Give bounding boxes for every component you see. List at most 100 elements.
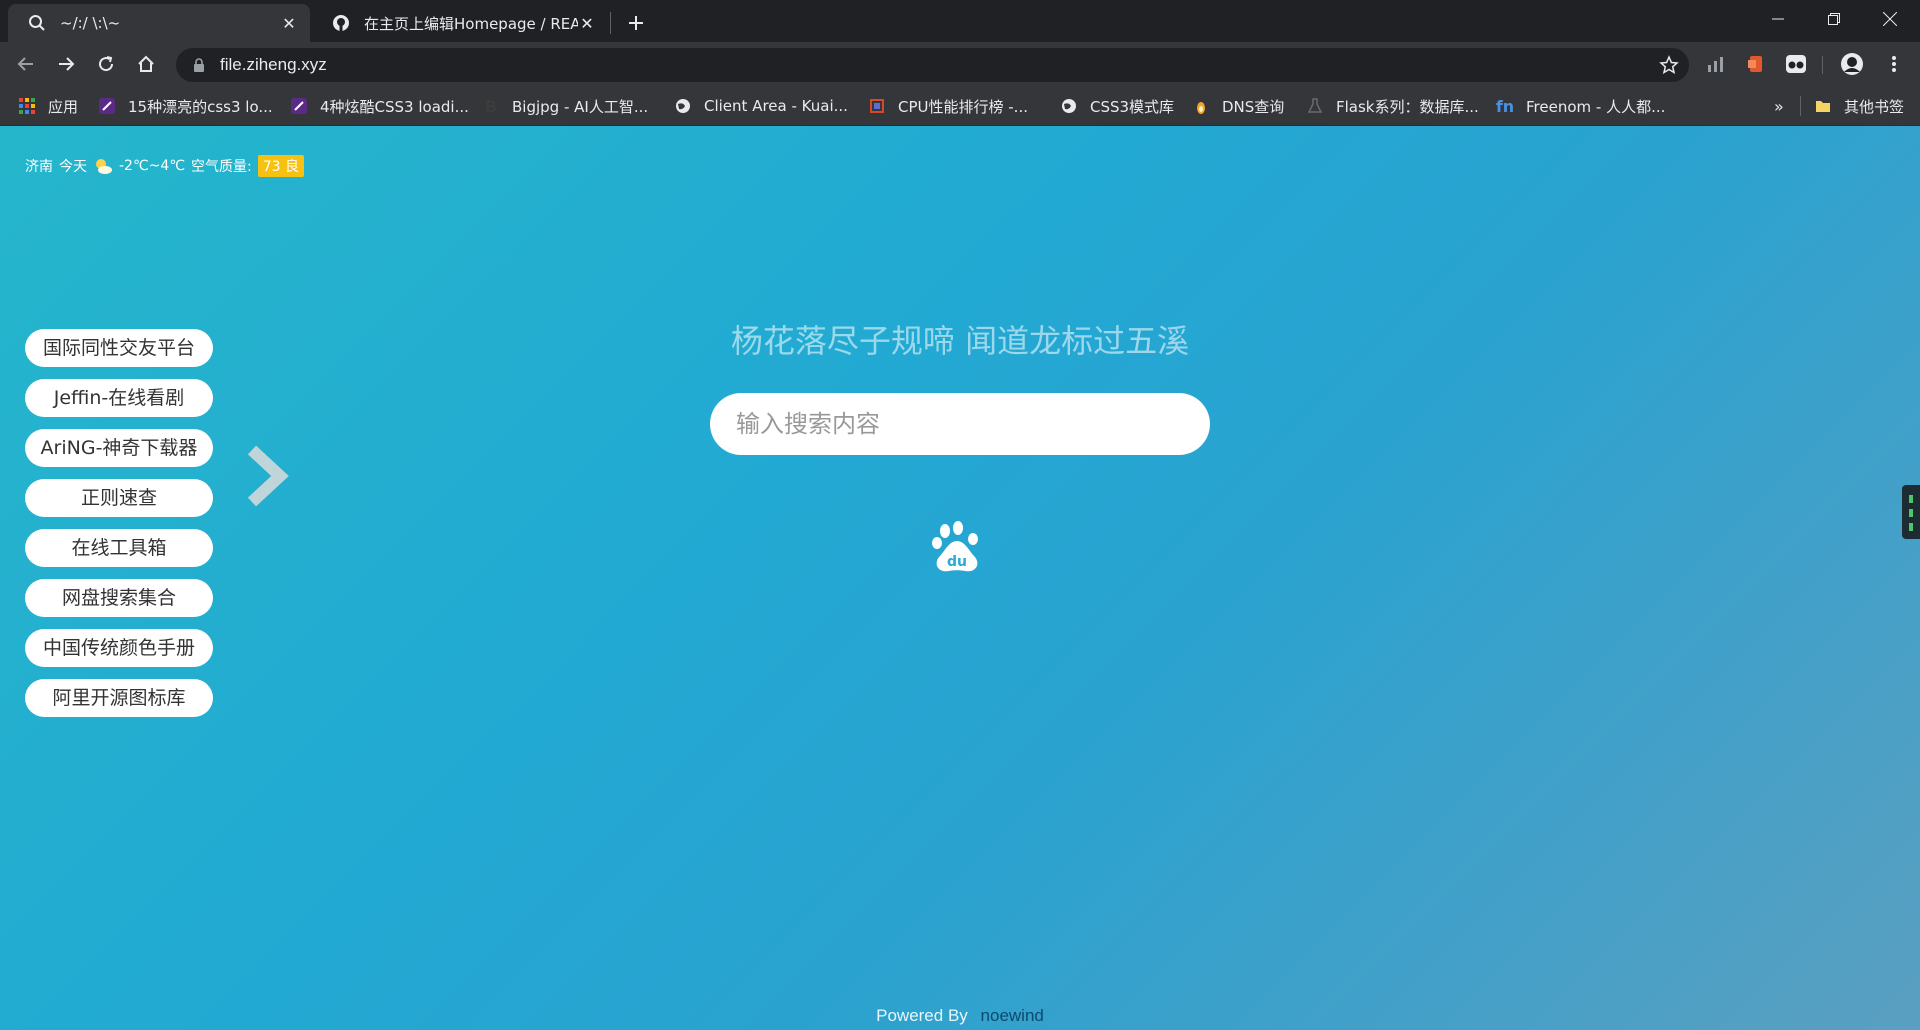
forward-button[interactable]	[52, 50, 80, 78]
footer-powered: Powered By	[876, 1006, 968, 1025]
address-bar[interactable]: file.ziheng.xyz	[176, 48, 1689, 82]
bookmark-item[interactable]: CSS3模式库	[1060, 95, 1174, 117]
search-box[interactable]	[710, 393, 1210, 455]
close-icon	[1883, 12, 1897, 26]
toolbar-divider	[1822, 56, 1823, 74]
extension-glasses-icon[interactable]	[1782, 50, 1810, 78]
close-window-button[interactable]	[1862, 0, 1918, 38]
minimize-icon	[1772, 18, 1784, 20]
bookmarks-bar: 应用 15种漂亮的css3 lo... 4种炫酷CSS3 loadi... B …	[0, 86, 1920, 126]
bookmark-label: Client Area - Kuai...	[704, 97, 848, 115]
bookmark-item[interactable]: 4种炫酷CSS3 loadi...	[290, 95, 469, 117]
bookmark-item[interactable]: Client Area - Kuai...	[674, 95, 848, 117]
bookmark-item[interactable]: 应用	[18, 95, 78, 117]
arrow-left-icon	[17, 57, 33, 71]
tab-title: ~/:/ \:\~	[60, 14, 121, 32]
new-tab-button[interactable]	[622, 9, 650, 37]
bookmark-label: CSS3模式库	[1090, 97, 1175, 116]
bookmark-item[interactable]: CPU性能排行榜 -...	[868, 95, 1028, 117]
avatar[interactable]	[1838, 50, 1866, 78]
tab-divider	[610, 12, 611, 34]
sidebar-link[interactable]: 中国传统颜色手册	[25, 629, 213, 667]
github-icon	[332, 14, 350, 32]
bookmark-label: 应用	[48, 97, 79, 116]
sidebar-link[interactable]: 在线工具箱	[25, 529, 213, 567]
poem-heading: 杨花落尽子规啼 闻道龙标过五溪	[0, 316, 1920, 362]
bookmark-item[interactable]: Flask系列：数据库...	[1306, 95, 1479, 117]
aqi-badge: 73 良	[257, 155, 305, 177]
minimize-button[interactable]	[1750, 0, 1806, 38]
feather-icon	[290, 97, 308, 115]
bookmark-item[interactable]: fn Freenom - 人人都...	[1495, 95, 1666, 117]
flask-icon	[1306, 97, 1324, 115]
chevron-right-icon[interactable]	[244, 444, 290, 508]
tab-strip: ~/:/ \:\~ ✕ 在主页上编辑Homepage / REAI ✕	[0, 0, 1920, 42]
browser-toolbar: file.ziheng.xyz	[0, 42, 1920, 86]
extension-chart-icon[interactable]	[1702, 50, 1730, 78]
globe-icon	[674, 97, 692, 115]
bookmark-label: CPU性能排行榜 -...	[898, 97, 1028, 116]
sidebar-link[interactable]: 正则速查	[25, 479, 213, 517]
aqi-label: 空气质量:	[191, 159, 252, 175]
page-content: 济南 今天 -2℃~4℃ 空气质量: 73 良 国际同性交友平台 Jeffin-…	[0, 126, 1920, 1030]
reload-icon	[99, 56, 114, 72]
footer-author-link[interactable]: noewind	[981, 1006, 1044, 1025]
arrow-right-icon	[59, 57, 75, 71]
bookmark-label: Bigjpg - AI人工智...	[512, 97, 649, 116]
home-button[interactable]	[132, 50, 160, 78]
bookmark-item[interactable]: 15种漂亮的css3 lo...	[98, 95, 273, 117]
tab-title: 在主页上编辑Homepage / REAI	[364, 14, 578, 33]
globe-icon	[1060, 97, 1078, 115]
extension-office-icon[interactable]	[1742, 50, 1770, 78]
close-icon[interactable]: ✕	[578, 14, 596, 33]
sidebar-link[interactable]: Jeffin-在线看剧	[25, 379, 213, 417]
cpu-icon	[868, 97, 886, 115]
footer: Powered By noewind	[0, 1006, 1920, 1026]
back-button[interactable]	[12, 50, 40, 78]
partly-sunny-icon	[96, 159, 112, 174]
apps-grid-icon	[18, 97, 36, 115]
letter-b-icon: B	[484, 96, 498, 116]
search-input[interactable]	[710, 393, 1210, 455]
sidebar-link[interactable]: 网盘搜索集合	[25, 579, 213, 617]
svg-text:du: du	[947, 554, 967, 570]
bookmark-label: 15种漂亮的css3 lo...	[128, 97, 273, 116]
bookmark-star-icon[interactable]	[1659, 55, 1679, 79]
bookmark-label: DNS查询	[1222, 97, 1285, 116]
sidebar-link[interactable]: AriNG-神奇下载器	[25, 429, 213, 467]
bookmark-item[interactable]: B Bigjpg - AI人工智...	[482, 95, 648, 117]
side-panel-handle[interactable]	[1902, 485, 1920, 539]
bookmark-item[interactable]: DNS查询	[1192, 95, 1284, 117]
sidebar-links: 国际同性交友平台 Jeffin-在线看剧 AriNG-神奇下载器 正则速查 在线…	[25, 329, 213, 729]
poem-text: 杨花落尽子规啼 闻道龙标过五溪	[730, 322, 1190, 360]
url-text[interactable]: file.ziheng.xyz	[220, 55, 327, 75]
home-icon	[138, 55, 154, 72]
search-icon	[28, 14, 46, 32]
tab-1[interactable]: ~/:/ \:\~ ✕	[8, 4, 310, 42]
bookmark-label: 4种炫酷CSS3 loadi...	[320, 97, 469, 116]
bookmark-label: Freenom - 人人都...	[1526, 97, 1666, 116]
lock-icon	[194, 58, 204, 72]
other-bookmarks-folder[interactable]: 其他书签	[1814, 95, 1904, 117]
freenom-icon: fn	[1495, 96, 1515, 116]
bookmark-label: Flask系列：数据库...	[1336, 97, 1479, 116]
weather-day: 今天	[59, 159, 87, 175]
restore-button[interactable]	[1806, 0, 1862, 38]
weather-widget: 济南 今天 -2℃~4℃ 空气质量: 73 良	[25, 155, 305, 177]
flame-icon	[1192, 97, 1210, 115]
weather-city: 济南	[25, 159, 53, 175]
tab-2[interactable]: 在主页上编辑Homepage / REAI ✕	[312, 4, 608, 42]
baidu-icon[interactable]: du	[931, 521, 983, 573]
weather-temp: -2℃~4℃	[119, 158, 186, 174]
bookmarks-overflow-button[interactable]: »	[1774, 95, 1784, 117]
feather-icon	[98, 97, 116, 115]
sidebar-link[interactable]: 阿里开源图标库	[25, 679, 213, 717]
restore-icon	[1828, 13, 1840, 25]
reload-button[interactable]	[92, 50, 120, 78]
bookmark-divider	[1800, 96, 1801, 116]
bookmark-label: 其他书签	[1844, 97, 1905, 116]
plus-icon	[629, 16, 643, 30]
close-icon[interactable]: ✕	[280, 14, 298, 33]
folder-icon	[1814, 97, 1832, 115]
menu-kebab-icon[interactable]	[1880, 50, 1908, 78]
